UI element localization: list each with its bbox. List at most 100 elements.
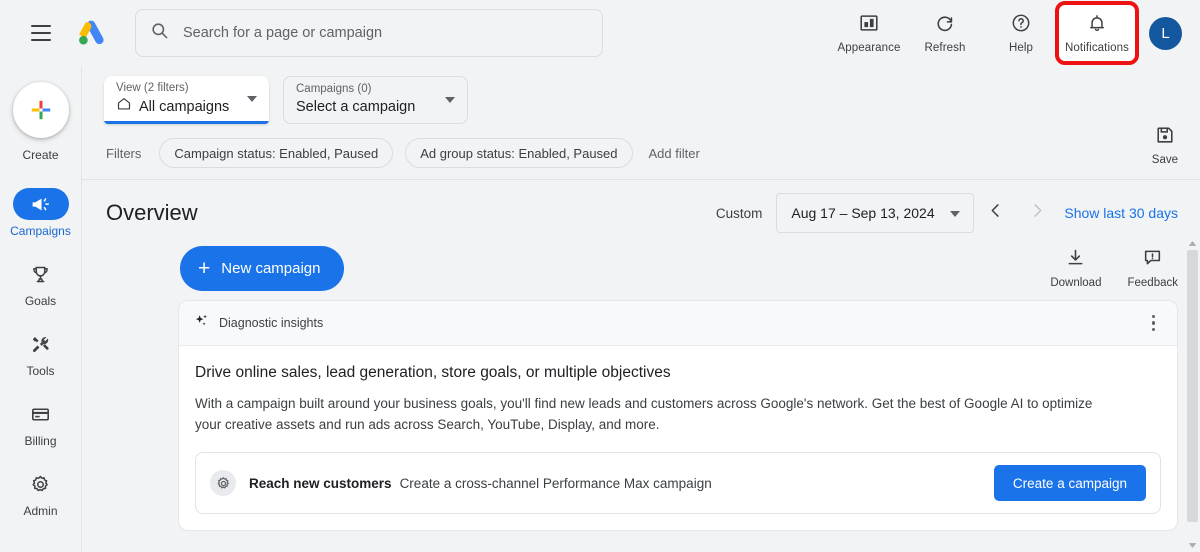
card-body: Drive online sales, lead generation, sto… bbox=[179, 346, 1177, 530]
view-selector-value: All campaigns bbox=[139, 99, 230, 115]
appearance-label: Appearance bbox=[837, 42, 901, 54]
plus-icon bbox=[12, 82, 69, 138]
card-description: With a campaign built around your busine… bbox=[195, 396, 1093, 432]
sidebar-item-goals[interactable]: Goals bbox=[5, 258, 77, 308]
sidebar-item-label: Billing bbox=[24, 434, 57, 448]
create-label: Create bbox=[22, 148, 59, 162]
chevron-down-icon bbox=[950, 211, 961, 217]
settings-gear-icon bbox=[210, 470, 236, 496]
create-a-campaign-button[interactable]: Create a campaign bbox=[993, 465, 1146, 501]
filters-label: Filters bbox=[106, 145, 142, 161]
filters-row: Filters Campaign status: Enabled, Paused… bbox=[82, 124, 1200, 170]
top-app-bar: Appearance Refresh bbox=[0, 0, 1200, 66]
card-header-title: Diagnostic insights bbox=[219, 316, 324, 330]
tools-wrench-icon bbox=[13, 328, 69, 360]
vertical-scrollbar[interactable] bbox=[1185, 236, 1200, 552]
sidebar-item-label: Tools bbox=[26, 364, 55, 378]
help-icon bbox=[1010, 12, 1032, 39]
page-title: Overview bbox=[106, 200, 198, 225]
google-ads-logo-icon bbox=[79, 20, 104, 45]
feedback-icon bbox=[1142, 247, 1163, 273]
google-ads-logo[interactable] bbox=[75, 16, 109, 50]
next-period-button[interactable] bbox=[1016, 193, 1058, 233]
help-label: Help bbox=[1008, 42, 1034, 54]
sidebar-item-admin[interactable]: Admin bbox=[5, 468, 77, 518]
diagnostic-insights-card: Diagnostic insights Drive online sales, … bbox=[178, 300, 1178, 531]
admin-gear-icon bbox=[13, 468, 69, 500]
top-bar-actions: Appearance Refresh Help Notifications L bbox=[831, 1, 1200, 65]
filter-chip-ad-group-status[interactable]: Ad group status: Enabled, Paused bbox=[405, 138, 633, 168]
plus-icon: + bbox=[198, 256, 211, 280]
date-range-value: Aug 17 – Sep 13, 2024 bbox=[791, 205, 935, 221]
avatar[interactable]: L bbox=[1149, 16, 1182, 50]
main-content: View (2 filters) All campaigns Campaigns… bbox=[82, 66, 1200, 552]
view-selector[interactable]: View (2 filters) All campaigns bbox=[104, 76, 269, 124]
chevron-down-icon bbox=[247, 96, 257, 102]
search-icon bbox=[150, 21, 169, 45]
left-navigation: Create Campaigns Goals Tools Billing Adm… bbox=[0, 66, 82, 552]
refresh-label: Refresh bbox=[924, 42, 966, 54]
chevron-left-icon bbox=[986, 201, 1005, 225]
refresh-button[interactable]: Refresh bbox=[907, 5, 983, 61]
notifications-button[interactable]: Notifications bbox=[1055, 1, 1139, 65]
home-icon bbox=[116, 96, 132, 118]
scrollbar-thumb[interactable] bbox=[1187, 250, 1198, 522]
date-range-mode-label: Custom bbox=[715, 205, 763, 221]
sidebar-item-campaigns[interactable]: Campaigns bbox=[5, 188, 77, 238]
date-range-controls: Custom Aug 17 – Sep 13, 2024 Show last 3… bbox=[716, 193, 1178, 233]
filter-chip-campaign-status[interactable]: Campaign status: Enabled, Paused bbox=[159, 138, 394, 168]
download-label: Download bbox=[1050, 277, 1102, 289]
view-selector-sublabel: View (2 filters) bbox=[116, 82, 189, 94]
panel-title: Reach new customers bbox=[249, 475, 392, 491]
chevron-right-icon bbox=[1028, 201, 1047, 225]
feedback-button[interactable]: Feedback bbox=[1127, 247, 1178, 289]
download-button[interactable]: Download bbox=[1050, 247, 1101, 289]
sidebar-item-billing[interactable]: Billing bbox=[5, 398, 77, 448]
sparkle-icon bbox=[193, 312, 210, 334]
reach-new-customers-panel: Reach new customers Create a cross-chann… bbox=[195, 452, 1161, 514]
add-filter-button[interactable]: Add filter bbox=[649, 146, 700, 161]
notifications-label: Notifications bbox=[1065, 42, 1129, 54]
new-campaign-button[interactable]: + New campaign bbox=[180, 245, 345, 291]
chevron-down-icon bbox=[445, 97, 455, 103]
row-actions: Download Feedback bbox=[1050, 247, 1178, 289]
save-button[interactable]: Save bbox=[1152, 124, 1178, 166]
google-ads-overview-page: Appearance Refresh bbox=[0, 0, 1200, 552]
card-header: Diagnostic insights bbox=[179, 301, 1177, 346]
kebab-menu-icon[interactable] bbox=[1146, 309, 1162, 338]
appearance-icon bbox=[858, 12, 880, 39]
campaigns-megaphone-icon bbox=[12, 188, 69, 220]
appearance-button[interactable]: Appearance bbox=[831, 5, 907, 61]
sidebar-item-label: Goals bbox=[24, 294, 57, 308]
view-selector-value-wrap: All campaigns bbox=[116, 96, 235, 118]
hamburger-menu-icon[interactable] bbox=[17, 9, 65, 57]
panel-description: Create a cross-channel Performance Max c… bbox=[399, 475, 712, 491]
sidebar-item-label: Admin bbox=[23, 504, 58, 518]
selector-row: View (2 filters) All campaigns Campaigns… bbox=[82, 66, 1200, 124]
help-button[interactable]: Help bbox=[983, 5, 1059, 61]
bell-icon bbox=[1086, 12, 1108, 39]
campaign-selector[interactable]: Campaigns (0) Select a campaign bbox=[283, 76, 468, 124]
campaign-selector-value: Select a campaign bbox=[296, 99, 416, 115]
date-range-select[interactable]: Aug 17 – Sep 13, 2024 bbox=[776, 193, 975, 233]
card-heading: Drive online sales, lead generation, sto… bbox=[195, 364, 671, 381]
search-bar[interactable] bbox=[135, 9, 603, 57]
billing-card-icon bbox=[13, 398, 69, 430]
feedback-label: Feedback bbox=[1127, 277, 1178, 289]
show-last-30-days-link[interactable]: Show last 30 days bbox=[1064, 205, 1178, 221]
goals-trophy-icon bbox=[13, 258, 69, 290]
scroll-down-arrow-icon[interactable] bbox=[1185, 538, 1200, 552]
refresh-icon bbox=[934, 12, 956, 39]
previous-period-button[interactable] bbox=[974, 193, 1016, 233]
action-row: + New campaign Download Feedback bbox=[82, 232, 1200, 291]
save-disk-icon bbox=[1154, 124, 1176, 151]
sidebar-item-tools[interactable]: Tools bbox=[5, 328, 77, 378]
campaign-selector-sublabel: Campaigns (0) bbox=[296, 83, 372, 95]
download-icon bbox=[1065, 247, 1086, 273]
search-input[interactable] bbox=[183, 25, 588, 41]
save-label: Save bbox=[1151, 154, 1178, 166]
create-button[interactable]: Create bbox=[12, 82, 69, 162]
scroll-up-arrow-icon[interactable] bbox=[1185, 236, 1200, 250]
page-header: Overview Custom Aug 17 – Sep 13, 2024 Sh… bbox=[82, 180, 1200, 233]
sidebar-item-label: Campaigns bbox=[10, 224, 71, 238]
